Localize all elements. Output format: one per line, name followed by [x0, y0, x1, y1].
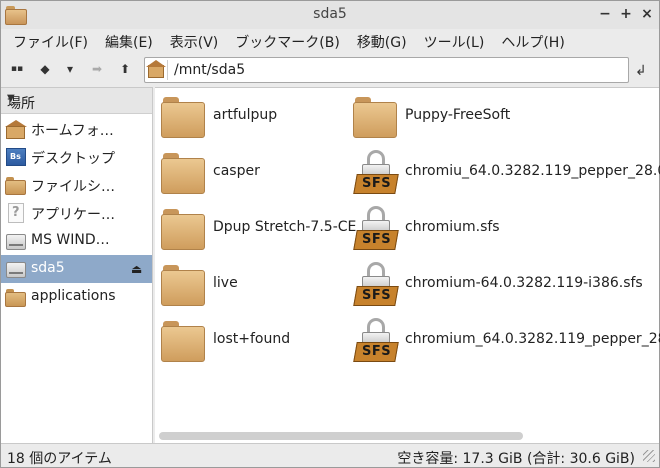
menu-view[interactable]: 表示(V)	[164, 29, 225, 53]
file-manager-window: sda5 − + × ファイル(F) 編集(E) 表示(V) ブックマーク(B)…	[0, 0, 660, 468]
up-arrow-icon: ⬆	[119, 62, 131, 76]
drive-icon	[5, 259, 27, 279]
menu-go[interactable]: 移動(G)	[351, 29, 413, 53]
sfs-package-icon: SFS	[353, 150, 399, 196]
desktop-icon: Bs	[5, 147, 27, 167]
folder-icon	[161, 318, 207, 364]
back-button[interactable]: ◆	[34, 59, 56, 79]
sidebar-item-label: アプリケー…	[31, 207, 115, 223]
home-icon[interactable]	[146, 60, 166, 80]
new-tab-button[interactable]: ▪▪	[6, 59, 28, 79]
title-bar[interactable]: sda5 − + ×	[1, 1, 659, 29]
folder-icon	[5, 287, 27, 307]
sidebar-item-label: デスクトップ	[31, 151, 115, 167]
forward-arrow-icon: ➡	[91, 62, 103, 76]
close-button[interactable]: ×	[639, 5, 655, 23]
folder-icon	[353, 94, 399, 140]
sfs-package-icon: SFS	[353, 206, 399, 252]
new-tab-icon: ▪▪	[10, 64, 24, 74]
chevron-down-icon[interactable]: ▼	[7, 93, 144, 104]
file-name: artfulpup	[213, 107, 278, 123]
sidebar-item-filesystem[interactable]: ファイルシ…	[1, 171, 152, 199]
sidebar-item-label: applications	[31, 288, 116, 304]
minimize-button[interactable]: −	[597, 5, 613, 23]
back-arrow-icon: ◆	[40, 62, 50, 76]
status-bar: 18 個のアイテム 空き容量: 17.3 GiB (合計: 30.6 GiB)	[1, 443, 659, 467]
up-button[interactable]: ⬆	[114, 59, 136, 79]
enter-arrow-icon: ↲	[635, 63, 647, 79]
free-space: 空き容量: 17.3 GiB (合計: 30.6 GiB)	[397, 451, 635, 467]
go-button[interactable]: ↲	[635, 63, 647, 79]
history-dropdown-button[interactable]: ▾	[59, 59, 81, 79]
sidebar-item-applications[interactable]: applications	[1, 283, 152, 311]
sidebar-item-label: ホームフォ…	[31, 123, 114, 139]
file-name: casper	[213, 163, 260, 179]
drive-icon	[5, 231, 27, 251]
sfs-package-icon: SFS	[353, 318, 399, 364]
window-title: sda5	[313, 6, 347, 22]
menu-bar: ファイル(F) 編集(E) 表示(V) ブックマーク(B) 移動(G) ツール(…	[1, 29, 659, 53]
forward-button[interactable]: ➡	[86, 59, 108, 79]
eject-icon[interactable]: ⏏	[131, 262, 142, 276]
folder-icon	[161, 206, 207, 252]
sidebar-item-sda5[interactable]: sda5 ⏏	[1, 255, 152, 283]
file-name: chromium.sfs	[405, 219, 500, 235]
file-name: Dpup Stretch-7.5-CE	[213, 219, 357, 235]
menu-bookmarks[interactable]: ブックマーク(B)	[229, 29, 346, 53]
location-path[interactable]: /mnt/sda5	[174, 62, 245, 78]
sidebar-item-label: sda5	[31, 260, 65, 276]
file-name: Puppy-FreeSoft	[405, 107, 511, 123]
file-name: chromium-64.0.3282.119-i386.sfs	[405, 275, 643, 291]
file-name: chromiu_64.0.3282.119_pepper_28.0.0.	[405, 163, 660, 179]
maximize-button[interactable]: +	[618, 5, 634, 23]
file-name: lost+found	[213, 331, 291, 347]
sidebar-item-label: MS WIND…	[31, 232, 110, 248]
application-icon: ?	[5, 203, 27, 223]
location-separator	[167, 60, 168, 80]
menu-tools[interactable]: ツール(L)	[418, 29, 491, 53]
sidebar-item-home[interactable]: ホームフォ…	[1, 115, 152, 143]
home-folder-icon	[5, 119, 27, 139]
places-sidebar: 場所 ▼ ホームフォ… Bs デスクトップ ファイルシ… ? アプリケー… MS…	[1, 87, 153, 443]
scrollbar-thumb[interactable]	[159, 432, 523, 440]
menu-file[interactable]: ファイル(F)	[7, 29, 94, 53]
horizontal-scrollbar[interactable]	[155, 429, 659, 443]
folder-icon	[161, 262, 207, 308]
location-bar[interactable]: /mnt/sda5	[144, 57, 629, 83]
folder-icon	[5, 175, 27, 195]
file-view[interactable]: artfulpup casper Dpup Stretch-7.5-CE liv…	[155, 87, 660, 443]
menu-edit[interactable]: 編集(E)	[99, 29, 159, 53]
file-name: live	[213, 275, 238, 291]
resize-grip[interactable]	[643, 450, 655, 462]
sidebar-item-desktop[interactable]: Bs デスクトップ	[1, 143, 152, 171]
sidebar-item-ms-windows[interactable]: MS WIND…	[1, 227, 152, 255]
item-count: 18 個のアイテム	[7, 451, 112, 467]
toolbar: ▪▪ ◆ ▾ ➡ ⬆ /mnt/sda5 ↲	[1, 53, 659, 85]
folder-icon	[161, 150, 207, 196]
sidebar-header[interactable]: 場所 ▼	[1, 88, 152, 114]
sidebar-item-applications-menu[interactable]: ? アプリケー…	[1, 199, 152, 227]
chevron-down-icon: ▾	[66, 62, 74, 76]
sidebar-item-label: ファイルシ…	[31, 179, 115, 195]
file-name: chromium_64.0.3282.119_pepper_28.0.	[405, 331, 660, 347]
menu-help[interactable]: ヘルプ(H)	[495, 29, 570, 53]
folder-icon	[161, 94, 207, 140]
sfs-package-icon: SFS	[353, 262, 399, 308]
